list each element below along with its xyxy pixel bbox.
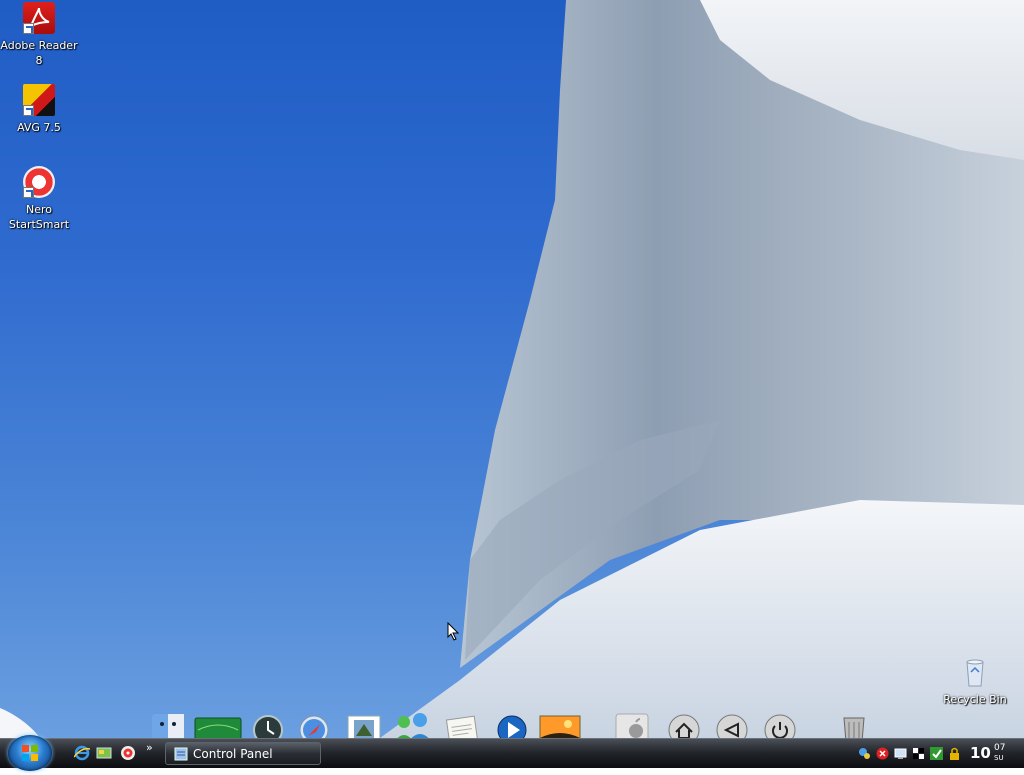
messenger-icon xyxy=(397,713,429,738)
quick-launch-internet-explorer[interactable] xyxy=(73,745,91,761)
taskbar: » Control Panel 10 07 SU xyxy=(0,735,1024,771)
dock-item-time-machine[interactable] xyxy=(250,710,286,738)
dock-item-messenger[interactable] xyxy=(390,710,436,738)
back-icon xyxy=(716,714,748,738)
start-button[interactable] xyxy=(8,735,52,771)
dock-item-home[interactable] xyxy=(666,710,702,738)
quick-launch-overflow[interactable]: » xyxy=(146,741,153,754)
desktop-icon-label: Nero StartSmart xyxy=(8,203,70,231)
avg-antivirus-icon xyxy=(23,84,55,116)
internet-explorer-icon xyxy=(73,745,91,761)
clock-hour[interactable]: 10 xyxy=(970,744,991,762)
dock-item-mail[interactable] xyxy=(346,710,382,738)
dock xyxy=(148,706,874,738)
check-icon[interactable] xyxy=(930,747,943,760)
media-player-icon xyxy=(497,715,527,738)
monitor-icon[interactable] xyxy=(894,747,907,760)
dock-item-apple[interactable] xyxy=(614,710,650,738)
desktop-icon-label: Adobe Reader 8 xyxy=(0,39,78,67)
dock-item-trash[interactable] xyxy=(836,710,872,738)
desktop-icon-adobe-reader[interactable]: Adobe Reader 8 xyxy=(0,2,78,68)
power-icon xyxy=(764,714,796,738)
nero-icon xyxy=(23,166,55,198)
recycle-bin-icon xyxy=(959,656,991,688)
dock-item-media-player[interactable] xyxy=(494,710,530,738)
nero-small-icon xyxy=(121,746,135,760)
taskbar-button-label: Control Panel xyxy=(193,747,273,761)
desktop-icon-nero[interactable]: Nero StartSmart xyxy=(0,166,78,232)
dock-item-finder[interactable] xyxy=(150,710,186,738)
show-desktop-icon xyxy=(96,747,112,759)
windows-orb-icon xyxy=(22,745,38,761)
dock-item-power[interactable] xyxy=(762,710,798,738)
clock-minute: 07 xyxy=(994,743,1006,753)
taskbar-button-control-panel[interactable]: Control Panel xyxy=(165,742,321,765)
finder-icon xyxy=(152,714,184,738)
home-icon xyxy=(668,714,700,738)
mouse-cursor-icon xyxy=(447,622,459,641)
clock-day: SU xyxy=(994,754,1004,762)
shield-x-icon[interactable] xyxy=(876,747,889,760)
dock-item-dashboard[interactable] xyxy=(194,710,242,738)
network-icon[interactable] xyxy=(858,747,871,760)
photo-icon xyxy=(539,715,581,738)
safari-icon xyxy=(299,715,329,738)
textedit-icon xyxy=(445,715,479,738)
flag-icon[interactable] xyxy=(912,747,925,760)
desktop[interactable]: Adobe Reader 8 AVG 7.5 Nero StartSmart R… xyxy=(0,0,1024,738)
apple-icon xyxy=(615,713,649,738)
dashboard-icon xyxy=(194,717,242,738)
lock-icon[interactable] xyxy=(948,747,961,760)
time-machine-icon xyxy=(253,715,283,738)
dock-item-photo[interactable] xyxy=(538,710,582,738)
dock-item-safari[interactable] xyxy=(296,710,332,738)
trash-icon xyxy=(843,717,865,738)
desktop-icon-label: AVG 7.5 xyxy=(17,121,61,134)
control-panel-icon xyxy=(174,747,188,761)
desktop-icon-avg[interactable]: AVG 7.5 xyxy=(0,84,78,135)
desktop-icon-recycle-bin[interactable]: Recycle Bin xyxy=(936,656,1014,707)
dock-item-textedit[interactable] xyxy=(444,710,480,738)
quick-launch-show-desktop[interactable] xyxy=(96,745,112,761)
mail-icon xyxy=(347,715,381,738)
desktop-icon-label: Recycle Bin xyxy=(943,693,1007,706)
quick-launch-nero[interactable] xyxy=(120,745,136,761)
wallpaper xyxy=(0,0,1024,738)
adobe-reader-icon xyxy=(23,2,55,34)
dock-item-back[interactable] xyxy=(714,710,750,738)
